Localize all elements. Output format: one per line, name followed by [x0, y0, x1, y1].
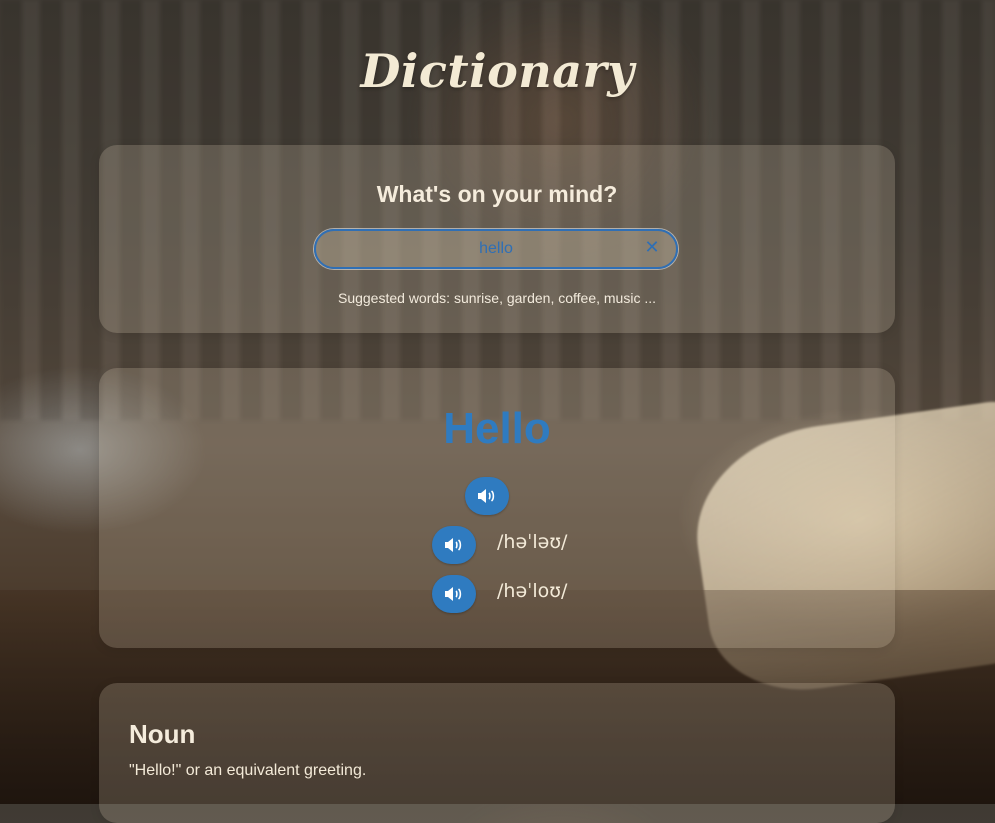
word-card: Hello /həˈləʊ/ /həˈloʊ/ [99, 368, 895, 648]
speaker-icon [445, 587, 462, 601]
search-prompt: What's on your mind? [376, 181, 618, 207]
meaning-card: Noun "Hello!" or an equivalent greeting. [99, 683, 895, 823]
speaker-icon [478, 489, 495, 503]
speaker-icon [445, 538, 462, 552]
phonetic-text: /həˈloʊ/ [497, 580, 568, 602]
play-audio-button[interactable] [465, 477, 509, 515]
app-title: Dictionary [360, 44, 635, 98]
play-audio-button[interactable] [432, 526, 476, 564]
close-icon[interactable]: ✕ [642, 238, 662, 258]
suggested-words: Suggested words: sunrise, garden, coffee… [337, 290, 657, 306]
definition-text: "Hello!" or an equivalent greeting. [129, 762, 367, 779]
phonetic-text: /həˈləʊ/ [497, 531, 568, 553]
part-of-speech: Noun [129, 719, 196, 749]
play-audio-button[interactable] [432, 575, 476, 613]
word-heading: Hello [443, 404, 551, 453]
search-box: ✕ [314, 229, 678, 269]
search-input[interactable] [316, 231, 676, 267]
search-card: What's on your mind? ✕ Suggested words: … [99, 145, 895, 333]
